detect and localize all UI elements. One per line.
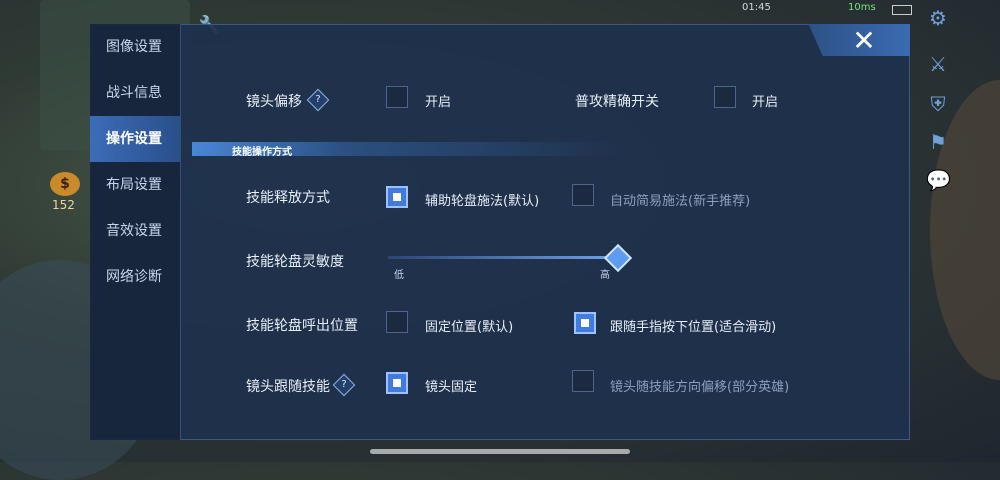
- camera-offset-checkbox[interactable]: [386, 86, 408, 108]
- gold-coin-icon: $: [50, 172, 80, 196]
- sidebar-item-layout[interactable]: 布局设置: [90, 162, 180, 208]
- camera-follow-label: 镜头跟随技能: [246, 379, 330, 395]
- close-icon[interactable]: ✕: [850, 27, 878, 55]
- flag-icon[interactable]: ⚑: [926, 130, 950, 154]
- precise-attack-label: 普攻精确开关: [575, 94, 659, 110]
- gold-count: 152: [52, 198, 75, 212]
- sidebar-item-graphics[interactable]: 图像设置: [90, 24, 180, 70]
- sensitivity-label: 技能轮盘灵敏度: [246, 254, 344, 270]
- section-title: 技能操作方式: [232, 147, 292, 158]
- sword-icon[interactable]: ⚔: [926, 52, 950, 76]
- sensitivity-slider-track[interactable]: [388, 256, 618, 259]
- sensitivity-high-label: 高: [600, 270, 610, 281]
- sidebar-item-audio[interactable]: 音效设置: [90, 208, 180, 254]
- camera-follow-fixed-option: 镜头固定: [425, 380, 478, 395]
- settings-sidebar: 图像设置 战斗信息 操作设置 布局设置 音效设置 网络诊断: [90, 24, 181, 440]
- sidebar-item-controls[interactable]: 操作设置: [90, 116, 180, 162]
- camera-follow-fixed-checkbox[interactable]: [386, 372, 408, 394]
- sidebar-item-battle-info[interactable]: 战斗信息: [90, 70, 180, 116]
- wheel-position-fixed-checkbox[interactable]: [386, 311, 408, 333]
- camera-offset-label: 镜头偏移: [246, 94, 302, 110]
- status-time: 01:45: [742, 2, 771, 13]
- skill-mode-auto-option: 自动简易施法(新手推荐): [610, 194, 751, 209]
- gear-icon[interactable]: ⚙: [926, 6, 950, 30]
- shield-icon[interactable]: ⛨: [926, 92, 950, 116]
- precise-attack-checkbox[interactable]: [714, 86, 736, 108]
- skill-mode-assist-checkbox[interactable]: [386, 186, 408, 208]
- battery-icon: [892, 5, 912, 15]
- camera-follow-offset-option: 镜头随技能方向偏移(部分英雄): [610, 380, 790, 395]
- wheel-position-fixed-option: 固定位置(默认): [425, 320, 514, 335]
- wheel-position-follow-option: 跟随手指按下位置(适合滑动): [610, 320, 777, 335]
- camera-follow-offset-checkbox[interactable]: [572, 370, 594, 392]
- camera-offset-option: 开启: [425, 95, 452, 110]
- wheel-position-label: 技能轮盘呼出位置: [246, 318, 358, 334]
- sensitivity-low-label: 低: [394, 270, 404, 281]
- wheel-position-follow-checkbox[interactable]: [574, 312, 596, 334]
- skill-mode-label: 技能释放方式: [246, 190, 330, 206]
- skill-mode-assist-option: 辅助轮盘施法(默认): [425, 194, 540, 209]
- sidebar-item-network[interactable]: 网络诊断: [90, 254, 180, 300]
- skill-mode-auto-checkbox[interactable]: [572, 184, 594, 206]
- precise-attack-option: 开启: [752, 95, 779, 110]
- home-indicator[interactable]: [370, 449, 630, 454]
- chat-icon[interactable]: 💬: [926, 168, 951, 192]
- status-ping: 10ms: [848, 2, 876, 13]
